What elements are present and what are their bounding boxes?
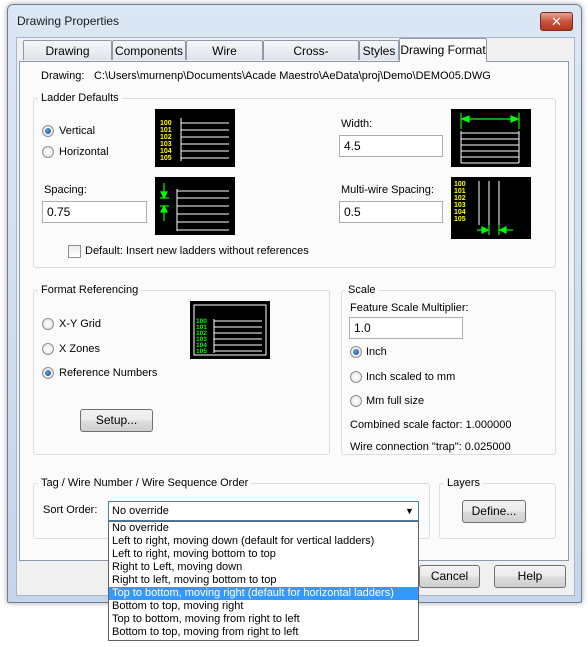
close-icon: ✕ [551, 14, 562, 29]
sort-order-select[interactable]: No override ▼ [108, 501, 419, 521]
cancel-button[interactable]: Cancel [419, 565, 480, 588]
width-field[interactable]: 4.5 [339, 135, 443, 157]
default-no-references-label: Default: Insert new ladders without refe… [85, 245, 309, 257]
inch-scaled-radio[interactable] [350, 371, 362, 383]
multiwire-preview-number: 100 [454, 181, 466, 188]
window-title: Drawing Properties [17, 14, 120, 28]
feature-scale-field[interactable]: 1.0 [349, 317, 463, 339]
width-preview [451, 109, 531, 167]
sort-order-dropdown-list: No override Left to right, moving down (… [108, 521, 419, 641]
tab-cross-references[interactable]: Cross-References [263, 40, 359, 78]
tab-components[interactable]: Components [112, 40, 186, 60]
tab-drawing-format[interactable]: Drawing Format [399, 38, 487, 62]
sort-order-label: Sort Order: [43, 504, 98, 516]
width-label: Width: [341, 118, 373, 130]
sort-order-option[interactable]: No override [109, 522, 418, 535]
spacing-field[interactable]: 0.75 [42, 201, 147, 223]
x-zones-radio[interactable] [42, 343, 54, 355]
tab-wire-numbers[interactable]: Wire Numbers [186, 40, 263, 78]
horizontal-label: Horizontal [59, 146, 109, 158]
multiwire-preview-number: 103 [454, 202, 466, 209]
combined-scale-factor: Combined scale factor: 1.000000 [350, 419, 512, 431]
inch-label: Inch [366, 346, 387, 358]
preview-number: 100 [160, 120, 172, 127]
define-layers-button[interactable]: Define... [462, 500, 526, 523]
x-zones-label: X Zones [59, 343, 100, 355]
preview-number: 102 [160, 134, 172, 141]
ladder-orientation-preview: 100 101 102 103 104 105 [155, 109, 235, 167]
multiwire-preview-number: 104 [454, 209, 466, 216]
multiwire-preview-number: 102 [454, 195, 466, 202]
inch-radio[interactable] [350, 346, 362, 358]
format-referencing-legend: Format Referencing [38, 284, 142, 296]
drawing-label: Drawing: [41, 70, 85, 82]
vertical-label: Vertical [59, 125, 96, 137]
tab-styles[interactable]: Styles [359, 40, 399, 60]
wire-connection-trap: Wire connection "trap": 0.025000 [350, 441, 511, 453]
tab-drawing-settings[interactable]: Drawing Settings [23, 40, 112, 78]
preview-number: 104 [160, 148, 172, 155]
multiwire-preview-number: 105 [454, 216, 466, 223]
spacing-label: Spacing: [44, 184, 87, 196]
sort-order-option[interactable]: Left to right, moving bottom to top [109, 548, 418, 561]
inch-scaled-label: Inch scaled to mm [366, 371, 456, 383]
setup-button[interactable]: Setup... [80, 409, 153, 432]
sort-order-option-highlighted[interactable]: Top to bottom, moving right (default for… [109, 587, 418, 600]
sort-order-value: No override [112, 505, 169, 517]
mm-full-radio[interactable] [350, 395, 362, 407]
sort-order-option[interactable]: Right to Left, moving down [109, 561, 418, 574]
multiwire-preview-number: 101 [454, 188, 466, 195]
sort-order-option[interactable]: Bottom to top, moving from right to left [109, 626, 418, 639]
format-preview-number: 105 [196, 348, 207, 355]
sort-order-option[interactable]: Left to right, moving down (default for … [109, 535, 418, 548]
vertical-radio[interactable] [42, 125, 54, 137]
sort-order-option[interactable]: Bottom to top, moving right [109, 600, 418, 613]
preview-number: 105 [160, 155, 172, 162]
mm-full-label: Mm full size [366, 395, 425, 407]
multiwire-spacing-field[interactable]: 0.5 [339, 201, 443, 223]
layers-legend: Layers [444, 477, 484, 489]
multiwire-preview: 100 101 102 103 104 105 [451, 177, 531, 239]
feature-scale-label: Feature Scale Multiplier: [350, 302, 469, 314]
default-no-references-checkbox[interactable] [68, 245, 81, 258]
multiwire-spacing-label: Multi-wire Spacing: [341, 184, 434, 196]
sequence-order-legend: Tag / Wire Number / Wire Sequence Order [38, 477, 252, 489]
reference-numbers-label: Reference Numbers [59, 367, 158, 379]
format-referencing-preview: 100 101 102 103 104 105 [190, 301, 270, 359]
chevron-down-icon[interactable]: ▼ [401, 502, 418, 520]
scale-legend: Scale [345, 284, 379, 296]
preview-number: 101 [160, 127, 172, 134]
xy-grid-label: X-Y Grid [59, 318, 101, 330]
help-button[interactable]: Help [494, 565, 566, 588]
sort-order-option[interactable]: Right to left, moving bottom to top [109, 574, 418, 587]
preview-number: 103 [160, 141, 172, 148]
ladder-defaults-legend: Ladder Defaults [38, 92, 122, 104]
sort-order-option[interactable]: Top to bottom, moving from right to left [109, 613, 418, 626]
horizontal-radio[interactable] [42, 146, 54, 158]
close-button[interactable]: ✕ [540, 12, 573, 31]
spacing-preview [155, 177, 235, 235]
xy-grid-radio[interactable] [42, 318, 54, 330]
drawing-path: C:\Users\murnenp\Documents\Acade Maestro… [94, 70, 491, 82]
reference-numbers-radio[interactable] [42, 367, 54, 379]
